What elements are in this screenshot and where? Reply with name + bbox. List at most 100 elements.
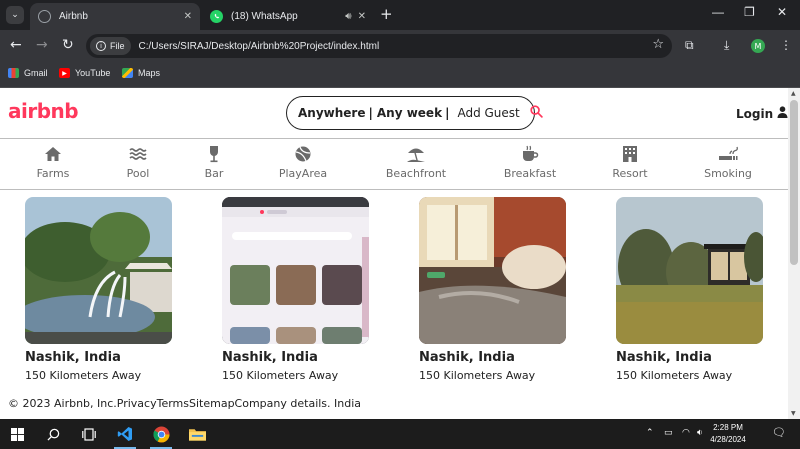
search-bar[interactable]: Anywhere | Any week | Add Guest <box>286 96 543 130</box>
whatsapp-icon <box>210 10 223 23</box>
search-divider: | <box>445 106 450 120</box>
address-bar[interactable]: i File C:/Users/SIRAJ/Desktop/Airbnb%20P… <box>86 34 672 58</box>
close-window-icon[interactable]: ✕ <box>777 5 787 19</box>
resort-icon <box>623 146 637 162</box>
play-area-icon <box>295 146 311 162</box>
site-info-chip[interactable]: i File <box>90 37 131 55</box>
bookmark-maps[interactable]: Maps <box>122 68 160 78</box>
smoking-icon <box>719 146 738 160</box>
chevron-up-icon[interactable]: ⌃ <box>646 428 654 438</box>
maps-icon <box>122 68 133 78</box>
info-icon: i <box>96 41 106 51</box>
vscode-icon <box>117 427 132 441</box>
browser-toolbar: ← → ↻ i File C:/Users/SIRAJ/Desktop/Airb… <box>0 30 800 62</box>
category-label: Resort <box>612 167 648 180</box>
taskbar-clock[interactable]: 2:28 PM 4/28/2024 <box>700 422 756 446</box>
taskbar-file-explorer[interactable] <box>180 419 214 449</box>
new-tab-button[interactable]: + <box>380 5 393 23</box>
bookmarks-bar: Gmail ▶ YouTube Maps <box>0 62 800 88</box>
listing-location: Nashik, India <box>616 350 712 365</box>
fountain-villa-photo[interactable] <box>25 197 172 344</box>
tab-strip: ⌄ Airbnb ✕ (18) WhatsApp 🔊︎ ✕ + — ❐ ✕ <box>0 0 800 30</box>
category-label: Beachfront <box>385 167 447 180</box>
search-when[interactable]: Any week <box>377 106 442 120</box>
taskbar-chrome[interactable] <box>144 419 178 449</box>
category-label: PlayArea <box>278 167 328 180</box>
clock-time: 2:28 PM <box>713 423 743 432</box>
listing-card[interactable]: Nashik, India 150 Kilometers Away <box>222 197 370 382</box>
bookmark-star-icon[interactable]: ☆ <box>652 37 664 52</box>
user-icon <box>777 106 788 121</box>
profile-avatar[interactable]: M <box>751 39 765 53</box>
category-smoking[interactable]: Smoking <box>688 145 768 180</box>
category-label: Breakfast <box>503 167 557 180</box>
taskbar-vscode[interactable] <box>108 419 142 449</box>
close-icon[interactable]: ✕ <box>184 11 192 22</box>
laptop-screenshot-photo[interactable] <box>222 197 369 344</box>
scroll-thumb[interactable] <box>790 100 798 265</box>
tab-search-button[interactable]: ⌄ <box>6 6 24 24</box>
search-icon <box>46 428 59 441</box>
category-farms[interactable]: Farms <box>13 145 93 180</box>
bookmark-label: Maps <box>138 68 161 78</box>
minimize-icon[interactable]: — <box>712 5 724 19</box>
url-text[interactable]: C:/Users/SIRAJ/Desktop/Airbnb%20Project/… <box>139 41 380 52</box>
tab-title: (18) WhatsApp <box>231 11 298 22</box>
listing-card[interactable]: Nashik, India 150 Kilometers Away <box>25 197 173 382</box>
category-bar[interactable]: Bar <box>174 145 254 180</box>
glass-cabin-photo[interactable] <box>616 197 763 344</box>
speaker-icon[interactable]: 🔊︎ <box>345 11 351 22</box>
menu-kebab-icon[interactable]: ⋮ <box>780 38 792 52</box>
category-label: Smoking <box>704 167 752 180</box>
notifications-icon[interactable]: 🗨︎ <box>772 426 786 439</box>
close-icon[interactable]: ✕ <box>358 11 366 22</box>
bookmark-youtube[interactable]: ▶ YouTube <box>59 68 110 78</box>
category-breakfast[interactable]: Breakfast <box>490 145 570 180</box>
login-button[interactable]: Login <box>736 106 788 121</box>
login-label: Login <box>736 106 774 121</box>
cozy-bed-window-photo[interactable] <box>419 197 566 344</box>
tab-airbnb[interactable]: Airbnb ✕ <box>30 3 200 30</box>
start-button[interactable] <box>0 419 34 449</box>
taskbar-search[interactable] <box>36 419 70 449</box>
footer-text: © 2023 Airbnb, Inc.PrivacyTermsSitemapCo… <box>8 397 362 410</box>
chevron-down-icon: ⌄ <box>11 10 19 20</box>
back-arrow-icon[interactable]: ← <box>10 37 22 53</box>
farm-icon <box>45 147 61 161</box>
wifi-icon[interactable]: ◠ <box>682 428 690 438</box>
tab-whatsapp[interactable]: (18) WhatsApp 🔊︎ ✕ <box>202 3 374 30</box>
beachfront-icon <box>407 148 425 162</box>
search-where[interactable]: Anywhere <box>298 106 365 120</box>
bookmark-label: Gmail <box>24 68 48 78</box>
listing-card[interactable]: Nashik, India 150 Kilometers Away <box>616 197 764 382</box>
clock-date: 4/28/2024 <box>710 435 746 444</box>
category-playarea[interactable]: PlayArea <box>263 145 343 180</box>
category-pool[interactable]: Pool <box>98 145 178 180</box>
download-icon[interactable]: ⤓ <box>724 38 729 53</box>
restore-icon[interactable]: ❐ <box>744 5 755 19</box>
forward-arrow-icon[interactable]: → <box>36 37 48 53</box>
scroll-up-icon[interactable]: ▲ <box>791 90 796 97</box>
task-view-button[interactable] <box>72 419 106 449</box>
category-label: Bar <box>204 167 224 180</box>
bookmark-gmail[interactable]: Gmail <box>8 68 48 78</box>
category-bar: Farms Pool Bar PlayArea Beachfront Break… <box>0 138 788 190</box>
airbnb-logo[interactable]: airbnb <box>8 99 79 123</box>
extensions-icon[interactable]: ⧉ <box>685 38 694 53</box>
listing-location: Nashik, India <box>222 350 318 365</box>
scroll-down-icon[interactable]: ▼ <box>791 410 796 417</box>
category-beachfront[interactable]: Beachfront <box>376 145 456 180</box>
network-icon[interactable]: ▭ <box>664 428 673 438</box>
windows-icon <box>10 427 24 441</box>
category-label: Pool <box>126 167 150 180</box>
category-resort[interactable]: Resort <box>590 145 670 180</box>
airbnb-page: airbnb Anywhere | Any week | Add Guest L… <box>0 88 788 419</box>
search-icon[interactable] <box>530 105 543 121</box>
page-scrollbar[interactable]: ▲ ▼ <box>788 88 800 419</box>
listing-distance: 150 Kilometers Away <box>616 369 733 382</box>
listing-location: Nashik, India <box>419 350 515 365</box>
listing-card[interactable]: Nashik, India 150 Kilometers Away <box>419 197 567 382</box>
listing-distance: 150 Kilometers Away <box>419 369 536 382</box>
reload-icon[interactable]: ↻ <box>62 37 74 53</box>
search-guest[interactable]: Add Guest <box>457 106 519 120</box>
